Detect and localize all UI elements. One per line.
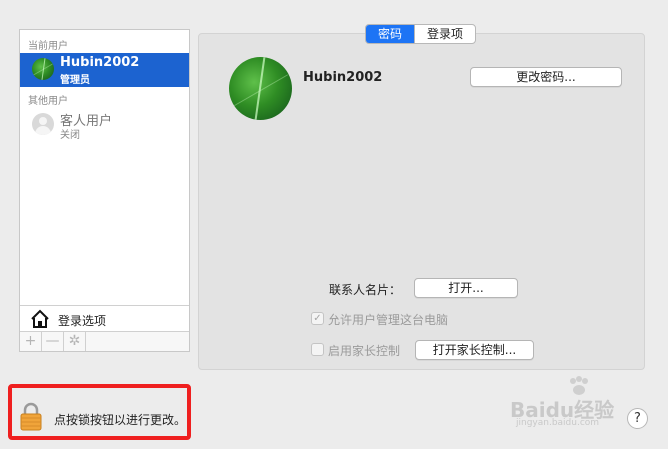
login-options-label: 登录选项 (58, 314, 107, 328)
change-password-button[interactable]: 更改密码... (470, 67, 622, 87)
tab-password[interactable]: 密码 (366, 25, 415, 43)
parental-controls-checkbox[interactable] (311, 343, 324, 356)
current-users-label: 当前用户 (28, 41, 68, 52)
remove-user-button[interactable]: — (42, 332, 64, 351)
user-avatar (32, 58, 54, 80)
user-row-guest[interactable]: 客人用户 关闭 (20, 108, 189, 142)
lock-message: 点按锁按钮以进行更改。 (54, 413, 187, 427)
baidu-watermark: Baidu经验 jingyan.baidu.com (510, 376, 620, 432)
open-contact-card-button[interactable]: 打开... (414, 278, 518, 298)
watermark-url: jingyan.baidu.com (516, 418, 600, 428)
lock-icon[interactable] (19, 401, 43, 431)
parental-controls-label: 启用家长控制 (328, 344, 401, 358)
paw-icon (570, 376, 588, 395)
house-icon (31, 309, 49, 328)
allow-admin-label: 允许用户管理这台电脑 (328, 313, 449, 327)
user-row-hubin2002[interactable]: Hubin2002 管理员 (20, 53, 189, 87)
tab-login-items[interactable]: 登录项 (414, 25, 475, 43)
settings-gear-icon[interactable]: ✲ (64, 332, 86, 351)
user-role: 管理员 (60, 75, 90, 86)
user-name: Hubin2002 (60, 55, 140, 70)
open-parental-controls-button[interactable]: 打开家长控制... (415, 340, 534, 360)
profile-avatar[interactable] (229, 57, 292, 120)
user-list-sidebar: 当前用户 Hubin2002 管理员 其他用户 客人用户 关闭 登录选项 + —… (19, 29, 190, 352)
help-button[interactable]: ? (627, 408, 648, 429)
login-options-item[interactable]: 登录选项 (20, 305, 189, 331)
profile-name: Hubin2002 (303, 70, 383, 85)
contact-card-label: 联系人名片： (329, 283, 402, 297)
user-role: 关闭 (60, 130, 80, 141)
tab-bar: 密码 登录项 (365, 24, 477, 44)
allow-admin-checkbox[interactable]: ✓ (311, 312, 324, 325)
add-user-button[interactable]: + (20, 332, 42, 351)
sidebar-toolbar: + — ✲ (20, 331, 189, 351)
guest-avatar-icon (32, 113, 54, 135)
other-users-label: 其他用户 (28, 96, 68, 107)
